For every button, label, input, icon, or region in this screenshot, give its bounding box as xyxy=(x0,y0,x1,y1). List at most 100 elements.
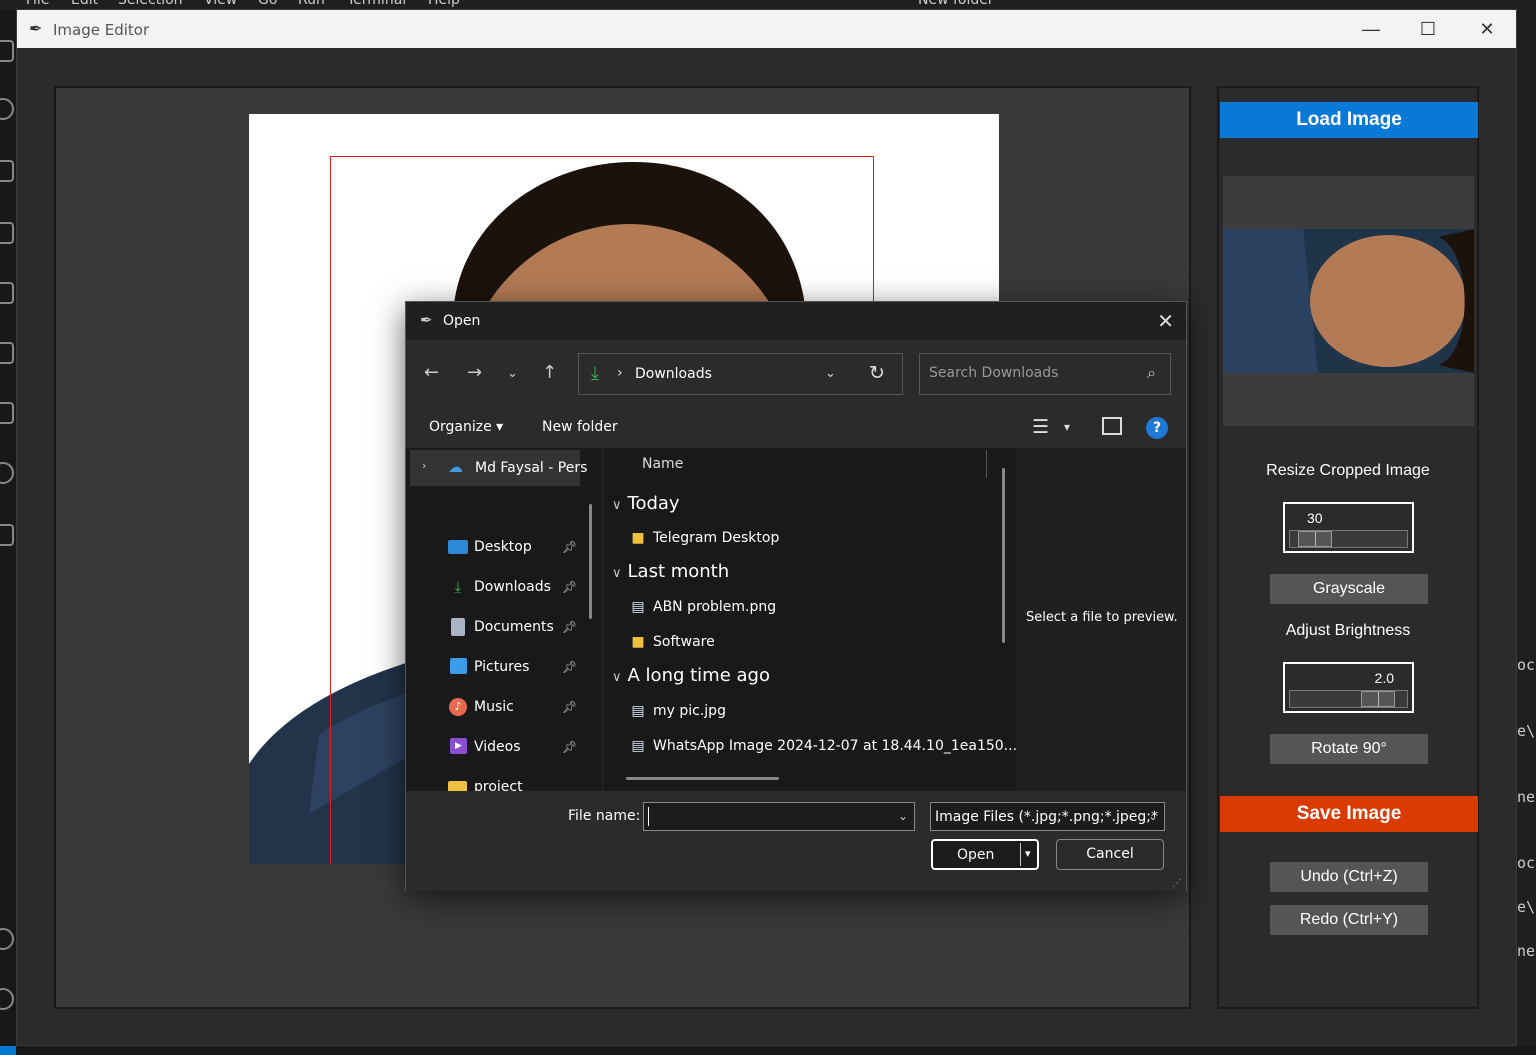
rotate-button[interactable]: Rotate 90° xyxy=(1270,734,1428,764)
nav-item-label: Documents xyxy=(474,619,554,635)
load-image-button[interactable]: Load Image xyxy=(1220,102,1478,138)
file-type-value: Image Files (*.jpg;*.png;*.jpeg;* xyxy=(935,809,1159,825)
group-header-long-ago[interactable]: ∨ A long time ago xyxy=(612,665,770,686)
explorer-icon[interactable] xyxy=(0,40,14,62)
brightness-slider[interactable]: 2.0 xyxy=(1283,662,1414,713)
up-arrow-icon[interactable]: ↑ xyxy=(542,362,557,383)
testing-icon[interactable] xyxy=(0,342,14,364)
menu-terminal[interactable]: Terminal xyxy=(347,0,406,8)
preview-pane-icon[interactable] xyxy=(1102,417,1122,435)
column-header-name[interactable]: Name xyxy=(642,456,683,472)
file-item[interactable]: ▤ WhatsApp Image 2024-12-07 at 18.44.10_1… xyxy=(628,738,1016,754)
remote-indicator[interactable] xyxy=(0,1046,16,1055)
grayscale-button[interactable]: Grayscale xyxy=(1270,574,1428,604)
nav-item-onedrive[interactable]: › ☁ Md Faysal - Pers xyxy=(410,450,587,486)
breadcrumb-location[interactable]: Downloads xyxy=(635,366,712,382)
dialog-toolbar: Organize ▾ New folder ☰ ▾ ? xyxy=(406,408,1186,448)
search-box[interactable]: ⌕ xyxy=(919,353,1171,395)
gear-icon[interactable] xyxy=(0,988,14,1010)
menu-selection[interactable]: Selection xyxy=(118,0,183,8)
menu-help[interactable]: Help xyxy=(428,0,460,8)
desktop-icon xyxy=(448,540,468,554)
organize-menu[interactable]: Organize ▾ xyxy=(429,419,503,435)
menu-go[interactable]: Go xyxy=(258,0,277,8)
file-type-select[interactable]: Image Files (*.jpg;*.png;*.jpeg;* ⌄ xyxy=(930,802,1165,831)
brightness-track[interactable] xyxy=(1289,690,1408,708)
search-icon[interactable]: ⌕ xyxy=(1147,363,1156,383)
nav-item-music[interactable]: ♪ Music 📌︎ xyxy=(406,688,586,728)
command-center[interactable]: New folder xyxy=(918,0,994,8)
nav-item-documents[interactable]: Documents 📌︎ xyxy=(406,608,586,648)
menu-view[interactable]: View xyxy=(204,0,237,8)
extensions-icon[interactable] xyxy=(0,282,14,304)
cancel-button[interactable]: Cancel xyxy=(1056,839,1164,870)
feather-icon: ✒ xyxy=(29,21,43,38)
undo-button[interactable]: Undo (Ctrl+Z) xyxy=(1270,862,1428,892)
pin-icon: 📌︎ xyxy=(562,540,578,554)
resize-slider-handle[interactable] xyxy=(1298,531,1333,547)
folder-icon[interactable] xyxy=(0,402,14,424)
remote-icon[interactable] xyxy=(0,462,14,484)
account-icon[interactable] xyxy=(0,928,14,950)
forward-arrow-icon[interactable]: → xyxy=(467,362,482,383)
file-item[interactable]: ■ Software xyxy=(628,634,714,650)
nav-item-desktop[interactable]: Desktop 📌︎ xyxy=(406,528,586,568)
view-options-chevron-icon[interactable]: ▾ xyxy=(1064,420,1070,434)
dialog-close-button[interactable]: ✕ xyxy=(1157,309,1174,333)
download-icon: ⤓ xyxy=(454,578,462,596)
save-image-button[interactable]: Save Image xyxy=(1220,796,1478,832)
redo-button[interactable]: Redo (Ctrl+Y) xyxy=(1270,905,1428,935)
nav-scrollbar[interactable] xyxy=(589,504,592,619)
group-header-last-month[interactable]: ∨ Last month xyxy=(612,561,729,582)
expand-chevron-icon[interactable]: › xyxy=(422,459,426,472)
file-item[interactable]: ▤ ABN problem.png xyxy=(628,599,776,615)
nav-item-videos[interactable]: ▶ Videos 📌︎ xyxy=(406,728,586,768)
brightness-value: 2.0 xyxy=(1374,670,1394,686)
chevron-down-icon[interactable]: ⌄ xyxy=(1148,809,1158,823)
resize-track[interactable] xyxy=(1289,530,1408,548)
help-icon[interactable]: ? xyxy=(1146,417,1168,439)
download-icon: ⤓ xyxy=(591,363,599,384)
nav-item-downloads[interactable]: ⤓ Downloads 📌︎ xyxy=(406,568,586,608)
run-debug-icon[interactable] xyxy=(0,222,14,244)
search-input[interactable] xyxy=(929,365,1129,381)
group-label: A long time ago xyxy=(627,665,770,686)
feather-icon: ✒ xyxy=(420,311,433,329)
file-item[interactable]: ▤ my pic.jpg xyxy=(628,703,726,719)
menu-file[interactable]: File xyxy=(26,0,49,8)
refresh-icon[interactable]: ↻ xyxy=(869,362,885,384)
minimize-button[interactable]: — xyxy=(1342,10,1400,48)
file-list-vertical-scrollbar[interactable] xyxy=(1002,468,1005,643)
nav-item-label: project xyxy=(474,779,523,791)
recent-locations-chevron-icon[interactable]: ⌄ xyxy=(507,366,518,381)
resize-grip-icon[interactable]: ⋰ xyxy=(1172,878,1182,889)
resize-slider[interactable]: 30 xyxy=(1283,502,1414,553)
file-name-combobox[interactable]: ⌄ xyxy=(643,802,915,831)
back-arrow-icon[interactable]: ← xyxy=(424,362,439,383)
close-button[interactable]: ✕ xyxy=(1458,10,1516,48)
nav-item-pictures[interactable]: Pictures 📌︎ xyxy=(406,648,586,688)
open-options-chevron-icon[interactable]: ▾ xyxy=(1025,847,1031,860)
new-folder-button[interactable]: New folder xyxy=(542,419,618,435)
search-icon[interactable] xyxy=(0,98,14,120)
preview-pane: Select a file to preview. xyxy=(1018,448,1186,791)
maximize-button[interactable]: ☐ xyxy=(1399,10,1457,48)
nav-item-project[interactable]: project xyxy=(406,768,586,791)
docker-icon[interactable] xyxy=(0,524,14,546)
chevron-down-icon[interactable]: ⌄ xyxy=(825,366,836,381)
brightness-slider-handle[interactable] xyxy=(1360,691,1395,707)
file-name-input[interactable] xyxy=(648,807,878,826)
group-header-today[interactable]: ∨ Today xyxy=(612,493,680,514)
terminal-text: oca xyxy=(1517,656,1536,674)
open-button[interactable]: Open ▾ xyxy=(931,839,1039,870)
column-divider[interactable] xyxy=(986,450,987,478)
address-bar[interactable]: ⤓ › Downloads ⌄ ↻ xyxy=(578,353,903,395)
menu-edit[interactable]: Edit xyxy=(71,0,98,8)
file-list-horizontal-scrollbar[interactable] xyxy=(626,777,779,780)
menu-run[interactable]: Run xyxy=(298,0,325,8)
view-list-icon[interactable]: ☰ xyxy=(1032,416,1049,438)
image-file-icon: ▤ xyxy=(631,738,645,754)
chevron-down-icon[interactable]: ⌄ xyxy=(898,809,908,823)
source-control-icon[interactable] xyxy=(0,160,14,182)
file-item[interactable]: ■ Telegram Desktop xyxy=(628,530,779,546)
